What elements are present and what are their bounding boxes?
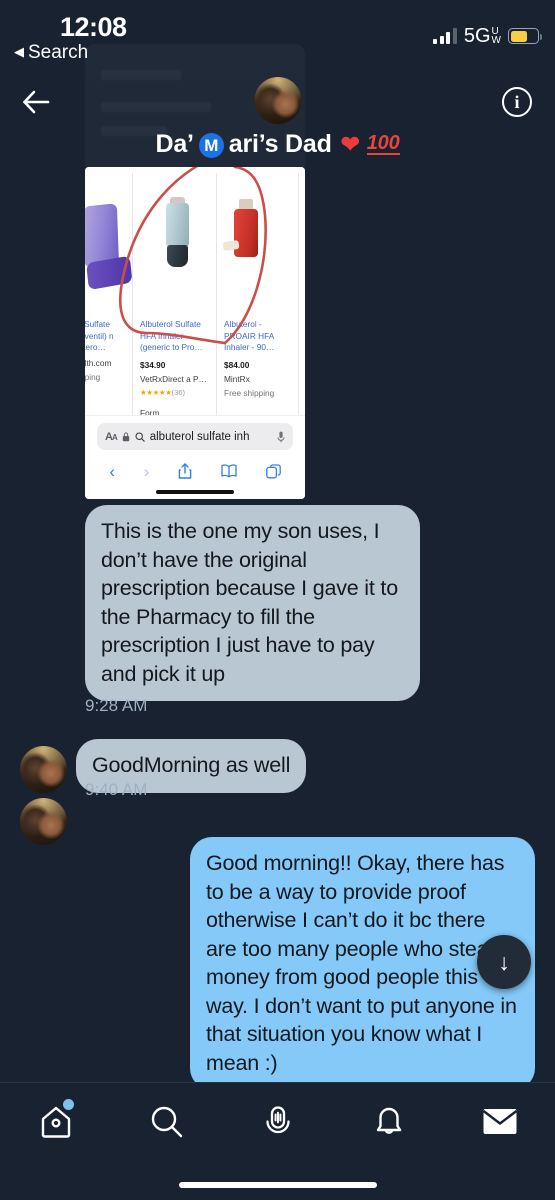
message-row: This is the one my son uses, I don’t hav…	[85, 505, 435, 701]
tab-home[interactable]	[0, 1083, 111, 1161]
product-card: ProAir	[299, 173, 305, 415]
circled-m-emoji: M	[198, 133, 224, 158]
back-arrow-icon	[23, 90, 50, 114]
product-card: Albuterol - PROAIR HFA Inhaler - 90… $84…	[217, 173, 299, 415]
product-title: Albuterol - PROAIR HFA Inhaler - 90…	[224, 319, 275, 352]
avatar-photo	[20, 745, 67, 793]
message-image-attachment[interactable]: l Sulfate oventil) n Aero… alth.com ppin…	[85, 167, 305, 499]
browser-forward-icon: ›	[143, 461, 150, 481]
search-icon	[151, 1106, 182, 1138]
spaces-microphone-icon	[265, 1106, 290, 1134]
share-icon	[178, 463, 192, 479]
tab-search[interactable]	[111, 1083, 222, 1161]
product-image	[140, 177, 209, 319]
purple-inhaler-icon	[85, 203, 119, 267]
battery-low-power-icon	[508, 28, 543, 44]
return-to-search-button[interactable]: ◀ Search	[14, 42, 88, 64]
title-part-2: ari’s Dad	[228, 130, 332, 158]
product-merchant: VetRxDirect a P…	[140, 373, 207, 384]
message-bubble-incoming[interactable]: This is the one my son uses, I don’t hav…	[85, 505, 420, 701]
red-heart-emoji: ❤	[340, 131, 360, 157]
scroll-to-bottom-button[interactable]: ↓	[477, 935, 531, 989]
product-title: Albuterol Sulfate HFA Inhaler (generic t…	[140, 319, 203, 352]
shopping-results-row: l Sulfate oventil) n Aero… alth.com ppin…	[85, 173, 305, 418]
microphone-icon	[277, 431, 285, 442]
message-timestamp: 9:28 AM	[85, 696, 148, 715]
tab-notifications[interactable]	[333, 1083, 444, 1161]
tab-messages[interactable]	[444, 1083, 555, 1161]
back-caret-icon: ◀	[14, 44, 24, 59]
home-badge-dot	[63, 1099, 74, 1110]
product-card: Albuterol Sulfate HFA Inhaler (generic t…	[133, 173, 217, 418]
network-sub-bottom: W	[491, 35, 501, 46]
avatar-photo	[254, 77, 301, 124]
tabs-icon	[265, 463, 281, 478]
rating-count: (36)	[171, 387, 186, 397]
product-image	[222, 177, 291, 319]
rating-stars: ★★★★★	[140, 387, 172, 397]
product-shipping: Free shipping	[224, 387, 275, 398]
search-icon	[135, 431, 145, 442]
conversation-header: i Da’ M ari’s Dad ❤ 100	[0, 62, 555, 167]
product-rating: ★★★★★(36)	[140, 388, 209, 397]
avatar-photo	[20, 798, 67, 845]
conversation-info-button[interactable]: i	[495, 80, 539, 124]
header-avatar[interactable]	[254, 77, 301, 124]
message-timestamp: 9:40 AM	[85, 780, 148, 799]
envelope-icon	[482, 1109, 517, 1134]
network-type-label: 5G U W	[463, 25, 501, 47]
status-time: 12:08	[60, 12, 127, 42]
product-shipping: pping	[85, 371, 101, 382]
safari-address-bar[interactable]: AA albuterol sulfate inh	[97, 423, 293, 450]
safari-browser-chrome: AA albuterol sulfate inh ‹ ›	[85, 415, 305, 499]
product-image	[85, 177, 125, 319]
message-avatar[interactable]	[20, 798, 67, 845]
back-button[interactable]	[14, 80, 58, 124]
message-avatar[interactable]	[20, 745, 67, 793]
attachment-screenshot: l Sulfate oventil) n Aero… alth.com ppin…	[85, 167, 305, 499]
url-text: albuterol sulfate inh	[149, 430, 250, 443]
cellular-bars-icon	[433, 28, 457, 44]
product-title: l Sulfate oventil) n Aero…	[85, 319, 114, 352]
red-inhaler-icon	[222, 199, 258, 259]
product-merchant: MintRx	[224, 373, 250, 384]
message-row: GoodMorning as well	[20, 739, 307, 793]
return-to-search-label: Search	[28, 42, 89, 63]
arrow-down-icon: ↓	[498, 948, 510, 975]
product-merchant: alth.com	[85, 357, 112, 368]
browser-back-icon[interactable]: ‹	[109, 463, 115, 480]
home-indicator	[178, 1182, 377, 1188]
home-indicator	[156, 490, 234, 494]
lock-icon	[122, 432, 129, 441]
hundred-points-emoji: 100	[366, 132, 400, 155]
product-price: $84.00	[224, 359, 250, 370]
bottom-tab-bar	[0, 1082, 555, 1200]
page-title: Da’ M ari’s Dad ❤ 100	[0, 130, 555, 159]
ios-status-bar: 12:08 ◀ Search 5G U W	[0, 0, 555, 64]
tab-spaces[interactable]	[222, 1083, 333, 1161]
product-price: $34.90	[140, 359, 166, 370]
book-icon	[221, 464, 237, 478]
product-card: l Sulfate oventil) n Aero… alth.com ppin…	[85, 173, 133, 415]
bell-icon	[376, 1107, 401, 1134]
status-indicators: 5G U W	[433, 25, 543, 47]
blue-inhaler-icon	[166, 197, 189, 269]
safari-toolbar: ‹ ›	[85, 456, 305, 486]
text-size-icon[interactable]: AA	[105, 431, 118, 443]
title-part-1: Da’	[155, 130, 194, 158]
twitter-dm-conversation-screen: 12:08 ◀ Search 5G U W i Da’ M ari’s Dad …	[0, 0, 555, 1200]
info-icon: i	[502, 87, 532, 117]
